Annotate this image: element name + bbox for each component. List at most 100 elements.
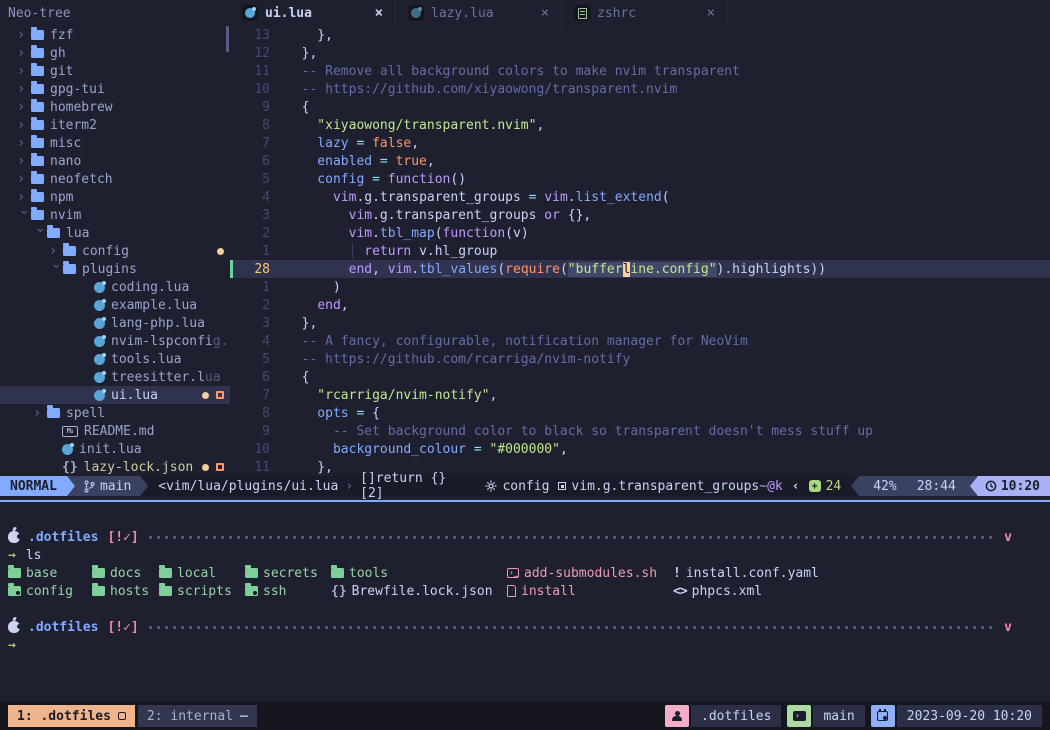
ls-entry-scripts: scripts: [159, 584, 245, 599]
calendar-icon: [871, 705, 895, 727]
tree-item-gh[interactable]: ›gh: [0, 44, 230, 62]
code-token: =: [364, 172, 387, 187]
folder-icon: [245, 568, 258, 578]
tree-item-init-lua[interactable]: init.lua: [0, 440, 230, 458]
chevron-right-icon[interactable]: ›: [17, 136, 31, 150]
code-line: 3 vim.g.transparent_groups or {},: [230, 206, 1050, 224]
tree-item-lazy-lock-json[interactable]: {}lazy-lock.json: [0, 458, 230, 476]
code-token: ): [286, 280, 341, 295]
tmux-status-bar: 1: .dotfiles2: internal– .dotfiles›main2…: [0, 702, 1050, 730]
line-number: 3: [240, 316, 270, 331]
tmux-window-2-internal[interactable]: 2: internal–: [138, 705, 257, 727]
tree-item-misc[interactable]: ›misc: [0, 134, 230, 152]
folder-icon: [8, 586, 21, 596]
file-icon: [507, 585, 516, 597]
code-line-text: ): [286, 280, 341, 295]
code-line: 12 },: [230, 44, 1050, 62]
code-line-text: end,: [286, 298, 349, 313]
tmux-window-1-dotfiles[interactable]: 1: .dotfiles: [8, 705, 135, 727]
terminal-script-icon: ›_: [507, 568, 519, 578]
tree-item-nano[interactable]: › nano: [0, 152, 230, 170]
code-token: vim: [286, 208, 372, 223]
chevron-down-icon[interactable]: ›: [17, 208, 31, 222]
mode-indicator: NORMAL: [0, 476, 67, 496]
tree-item-lua[interactable]: ›lua: [0, 224, 230, 242]
code-line-text: config = function(): [286, 172, 466, 187]
tree-item-lang-php-lua[interactable]: lang-php.lua: [0, 314, 230, 332]
tree-item-git[interactable]: ›git: [0, 62, 230, 80]
tree-item-example-lua[interactable]: example.lua: [0, 296, 230, 314]
tree-item-fzf[interactable]: ›fzf: [0, 26, 230, 44]
tree-item-nvim[interactable]: ›nvim: [0, 206, 230, 224]
tree-item-ui-lua[interactable]: ui.lua: [0, 386, 230, 404]
tree-item-neofetch[interactable]: ›neofetch: [0, 170, 230, 188]
line-number: 4: [240, 334, 270, 349]
chevron-right-icon[interactable]: ›: [17, 82, 31, 96]
tab-zshrc[interactable]: zshrc×: [562, 0, 728, 26]
code-line-text: vim.tbl_map(function(v): [286, 226, 529, 241]
tab-lazy-lua[interactable]: lazy.lua×: [396, 0, 562, 26]
git-status: [217, 248, 224, 255]
chevron-right-icon[interactable]: ›: [17, 100, 31, 114]
chevron-right-icon[interactable]: ›: [17, 64, 31, 78]
chevron-down-icon[interactable]: ›: [49, 262, 63, 276]
close-icon[interactable]: ×: [541, 5, 549, 21]
tree-item-homebrew[interactable]: › homebrew: [0, 98, 230, 116]
close-icon[interactable]: ×: [707, 5, 715, 21]
chevron-right-icon: ›: [345, 479, 353, 494]
ls-entry-label: phpcs.xml: [692, 584, 762, 599]
tab-ui-lua[interactable]: ui.lua×: [230, 0, 396, 26]
tree-item-label: homebrew: [50, 100, 113, 115]
separator: [67, 476, 75, 496]
code-token: =: [466, 442, 489, 457]
tree-item-iterm2[interactable]: ›iterm2: [0, 116, 230, 134]
ls-entry-hosts: hosts: [92, 584, 159, 599]
tree-item-config[interactable]: ›config: [0, 242, 230, 260]
tree-item-treesitter-l[interactable]: treesitter.lua: [0, 368, 230, 386]
tree-item-label: README.md: [84, 424, 154, 439]
code-token: [286, 298, 317, 313]
code-token: {: [372, 406, 380, 421]
chevron-right-icon[interactable]: ›: [17, 28, 31, 42]
folder-icon: [92, 568, 105, 578]
chevron-down-icon[interactable]: ›: [33, 226, 47, 240]
chevron-right-icon[interactable]: ›: [49, 244, 63, 258]
chevron-right-icon[interactable]: ›: [17, 118, 31, 132]
code-line-text: {: [286, 100, 309, 115]
tree-item-spell[interactable]: ›spell: [0, 404, 230, 422]
ls-entry-install: install: [507, 584, 673, 599]
code-line: 11 },: [230, 458, 1050, 476]
chevron-right-icon[interactable]: ›: [17, 190, 31, 204]
gitsign-added: [230, 260, 240, 278]
chevron-right-icon[interactable]: ›: [17, 46, 31, 60]
tree-item-plugins[interactable]: ›plugins: [0, 260, 230, 278]
tree-item-coding-lua[interactable]: coding.lua: [0, 278, 230, 296]
tree-item-readme-md[interactable]: M↓README.md: [0, 422, 230, 440]
chevron-right-icon[interactable]: ›: [33, 406, 47, 420]
code-line: 5 config = function(): [230, 170, 1050, 188]
unstaged-square-icon: [216, 391, 224, 399]
context-variable: vim.g.transparent_groups: [571, 479, 759, 494]
branch-icon: [84, 480, 95, 493]
editor[interactable]: ui.lua×lazy.lua×zshrc× 13 },12 },11 -- R…: [230, 0, 1050, 476]
close-icon[interactable]: ×: [375, 5, 383, 21]
code-token: false: [372, 136, 411, 151]
code-token: =: [349, 406, 372, 421]
chevron-right-icon[interactable]: ›: [17, 154, 31, 168]
neo-tree-scrollbar[interactable]: [226, 26, 229, 52]
code-token: .g.transparent_groups: [356, 190, 520, 205]
tree-item-label-dim: g.: [213, 334, 229, 349]
folder-icon: [31, 66, 44, 76]
tree-item-tools-lua[interactable]: tools.lua: [0, 350, 230, 368]
code-token: -- A fancy, configurable, notification m…: [286, 334, 748, 349]
window-flag-dash: –: [240, 709, 248, 724]
prompt-directory: .dotfiles: [28, 530, 98, 545]
tree-item-npm[interactable]: ›npm: [0, 188, 230, 206]
terminal-pane[interactable]: .dotfiles [!✓] v → ls basedocslocalsecre…: [0, 502, 1050, 702]
empty-command-line[interactable]: →: [8, 636, 1042, 654]
tree-item-gpg-tui[interactable]: ›gpg-tui: [0, 80, 230, 98]
tree-item-label: nano: [50, 154, 81, 169]
tree-item-nvim-lspconfi[interactable]: nvim-lspconfig.: [0, 332, 230, 350]
tree-item-label: example.lua: [111, 298, 197, 313]
chevron-right-icon[interactable]: ›: [17, 172, 31, 186]
